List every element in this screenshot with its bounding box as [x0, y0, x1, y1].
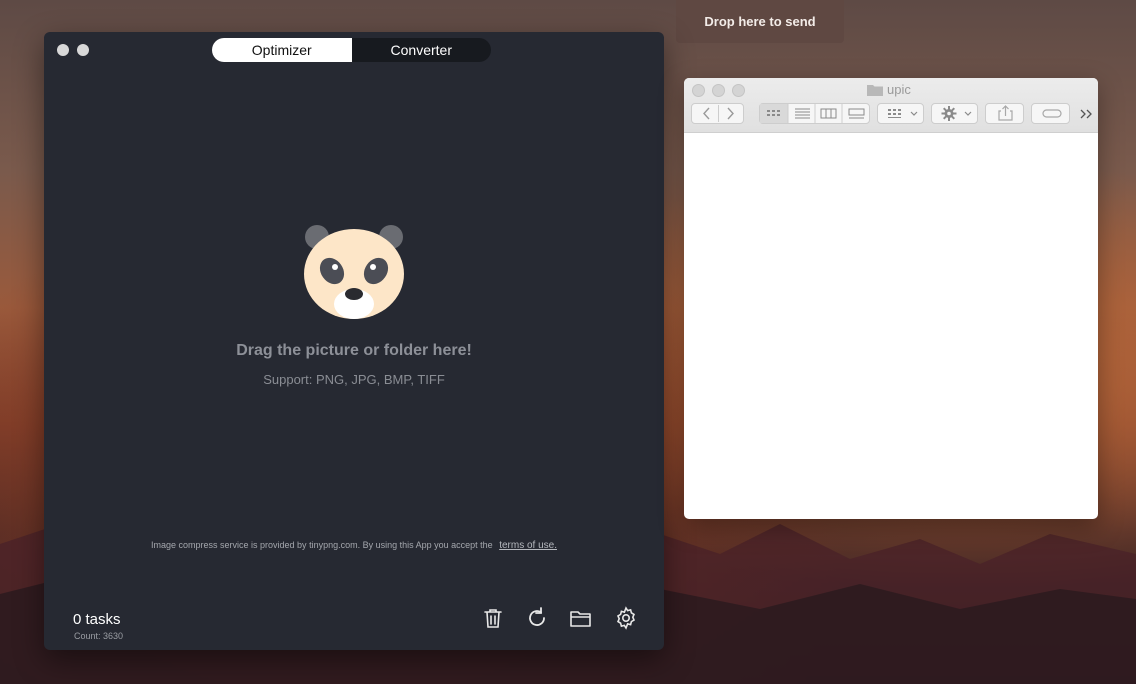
trash-icon[interactable]	[481, 606, 505, 630]
finder-window: upic	[684, 78, 1098, 519]
folder-icon[interactable]	[569, 606, 593, 630]
finder-zoom-button[interactable]	[732, 84, 745, 97]
tag-button[interactable]	[1031, 103, 1070, 124]
view-mode-group	[759, 103, 870, 124]
tag-icon	[1042, 109, 1062, 118]
column-view-icon[interactable]	[820, 108, 837, 119]
group-button[interactable]	[877, 103, 924, 124]
gear-icon[interactable]	[614, 606, 638, 630]
tab-optimizer[interactable]: Optimizer	[212, 38, 352, 62]
total-count: Count: 3630	[74, 631, 124, 641]
window-close-button[interactable]	[57, 44, 69, 56]
overflow-icon[interactable]	[1079, 108, 1093, 120]
finder-title: upic	[867, 82, 911, 97]
finder-close-button[interactable]	[692, 84, 705, 97]
share-icon	[998, 105, 1013, 121]
drop-title: Drag the picture or folder here!	[236, 342, 472, 359]
action-button[interactable]	[931, 103, 978, 124]
share-button[interactable]	[985, 103, 1024, 124]
tab-converter[interactable]: Converter	[352, 38, 492, 62]
folder-title-icon	[867, 84, 883, 96]
finder-title-text: upic	[887, 82, 911, 97]
nav-buttons-group	[691, 103, 744, 124]
tasks-count: 0 tasks	[73, 611, 121, 628]
window-minimize-button[interactable]	[77, 44, 89, 56]
icon-view-icon[interactable]	[760, 104, 788, 123]
gallery-view-icon[interactable]	[848, 108, 865, 119]
finder-minimize-button[interactable]	[712, 84, 725, 97]
supported-formats: Support: PNG, JPG, BMP, TIFF	[263, 372, 445, 387]
action-gear-icon	[941, 106, 972, 121]
drop-target-label: Drop here to send	[704, 14, 816, 29]
panda-logo-icon	[304, 225, 404, 319]
group-icon	[888, 109, 918, 118]
optimizer-window: Optimizer Converter Drag the picture or …	[44, 32, 664, 650]
legal-text: Image compress service is provided by ti…	[151, 540, 493, 550]
refresh-icon[interactable]	[525, 606, 549, 630]
list-view-icon[interactable]	[795, 108, 810, 119]
terms-of-use-link[interactable]: terms of use.	[499, 540, 557, 551]
finder-toolbar: upic	[684, 78, 1098, 133]
back-forward-icon[interactable]	[692, 104, 745, 123]
legal-notice: Image compress service is provided by ti…	[44, 540, 664, 551]
drop-here-to-send-target[interactable]: Drop here to send	[676, 0, 844, 43]
mode-segmented-control: Optimizer Converter	[212, 38, 491, 62]
